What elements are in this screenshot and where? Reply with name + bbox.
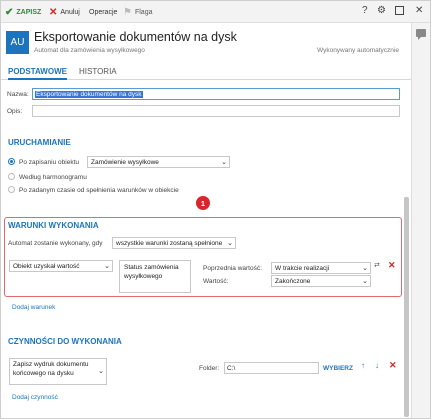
operations-menu[interactable]: Operacje [89, 6, 117, 18]
radio-delay-label: Po zadanym czasie od spełnienia warunków… [19, 187, 179, 194]
object-type-value: Zamówienie wysyłkowe [91, 159, 159, 166]
gear-icon[interactable]: ⚙ [377, 5, 386, 16]
name-value: Eksportowanie dokumentów na dysk [35, 91, 143, 98]
radio-delay[interactable] [8, 186, 15, 193]
trigger-section-title: URUCHAMIANIE [8, 138, 71, 147]
page-title: Eksportowanie dokumentów na dysk [34, 30, 237, 44]
condition-type-value: Obiekt uzyskał wartość [13, 263, 80, 270]
delete-condition-icon[interactable]: ✕ [388, 260, 396, 271]
help-icon[interactable]: ? [362, 5, 368, 16]
page-subtitle: Automat dla zamówienia wysyłkowego [34, 47, 145, 54]
chevron-down-icon: ⌄ [362, 265, 368, 272]
tab-historia[interactable]: HISTORIA [79, 67, 117, 80]
conditions-section-title: WARUNKI WYKONANIA [8, 221, 99, 230]
object-type-select[interactable]: Zamówienie wysyłkowe ⌄ [87, 156, 230, 168]
flag-button[interactable]: ⚑ Flaga [123, 6, 152, 18]
radio-on-save-label: Po zapisaniu obiektu [19, 159, 79, 166]
name-input[interactable]: Eksportowanie dokumentów na dysk [32, 88, 400, 100]
check-icon: ✔ [5, 6, 14, 18]
description-input[interactable] [32, 105, 400, 117]
run-when-label: Automat zostanie wykonany, gdy [8, 240, 103, 247]
add-action-link[interactable]: Dodaj czynność [12, 394, 58, 401]
cancel-button[interactable]: ✕ Anuluj [49, 6, 80, 18]
radio-schedule-label: Według harmonogramu [19, 174, 87, 181]
operations-label: Operacje [89, 8, 118, 16]
prev-value: W trakcie realizacji [275, 265, 330, 272]
chevron-down-icon: ⌄ [227, 240, 233, 247]
radio-schedule[interactable] [8, 173, 15, 180]
tab-bar: PODSTAWOWE HISTORIA [1, 65, 411, 80]
swap-icon[interactable]: ⇄ [374, 261, 380, 269]
arrow-up-icon[interactable]: ↑ [361, 361, 365, 370]
scrollbar[interactable] [404, 197, 409, 417]
execution-status: Wykonywany automatycznie [317, 47, 399, 54]
maximize-icon[interactable] [395, 6, 404, 18]
condition-field[interactable]: Status zamówienia wysyłkowego [119, 260, 191, 293]
action-type-value: Zapisz wydruk dokumentu końcowego na dys… [13, 361, 89, 377]
run-when-value: wszystkie warunki zostaną spełnione [116, 240, 223, 247]
close-window-icon[interactable]: ✕ [415, 5, 423, 16]
chevron-down-icon: ⌄ [98, 368, 104, 375]
condition-type-select[interactable]: Obiekt uzyskał wartość ⌄ [9, 260, 113, 272]
radio-on-save[interactable] [8, 158, 15, 165]
action-type-select[interactable]: Zapisz wydruk dokumentu końcowego na dys… [9, 358, 107, 385]
close-icon: ✕ [49, 6, 58, 18]
arrow-down-icon[interactable]: ↓ [375, 361, 379, 370]
folder-input[interactable]: C:\ [224, 362, 319, 374]
choose-folder-button[interactable]: WYBIERZ [323, 365, 353, 372]
value: Zakończone [275, 278, 311, 285]
delete-action-icon[interactable]: ✕ [389, 360, 397, 371]
avatar: AU [6, 31, 29, 54]
flag-label: Flaga [134, 8, 153, 16]
save-button[interactable]: ✔ ZAPISZ [5, 6, 41, 18]
toolbar: ✔ ZAPISZ ✕ Anuluj Operacje ⚑ Flaga ? ⚙ ✕ [1, 1, 430, 23]
flag-icon: ⚑ [123, 6, 132, 18]
name-label: Nazwa: [7, 91, 29, 98]
step-badge: 1 [196, 196, 210, 210]
value-select[interactable]: Zakończone ⌄ [271, 275, 371, 287]
chevron-down-icon: ⌄ [362, 278, 368, 285]
actions-section-title: CZYNNOŚCI DO WYKONANIA [8, 337, 122, 346]
add-condition-link[interactable]: Dodaj warunek [12, 304, 55, 311]
save-label: ZAPISZ [16, 8, 42, 16]
prev-value-label: Poprzednia wartość: [203, 265, 262, 272]
cancel-label: Anuluj [60, 8, 80, 16]
prev-value-select[interactable]: W trakcie realizacji ⌄ [271, 262, 371, 274]
chevron-down-icon: ⌄ [104, 263, 110, 270]
folder-label: Folder: [199, 365, 220, 372]
description-label: Opis: [7, 108, 23, 115]
side-panel [411, 23, 430, 418]
run-when-select[interactable]: wszystkie warunki zostaną spełnione ⌄ [112, 237, 236, 249]
tab-podstawowe[interactable]: PODSTAWOWE [8, 67, 67, 80]
main-content: Nazwa: Eksportowanie dokumentów na dysk … [1, 81, 411, 418]
comment-icon[interactable] [416, 29, 426, 40]
value-label: Wartość: [203, 278, 229, 285]
automation-window: ✔ ZAPISZ ✕ Anuluj Operacje ⚑ Flaga ? ⚙ ✕… [0, 0, 431, 419]
chevron-down-icon: ⌄ [221, 159, 227, 166]
